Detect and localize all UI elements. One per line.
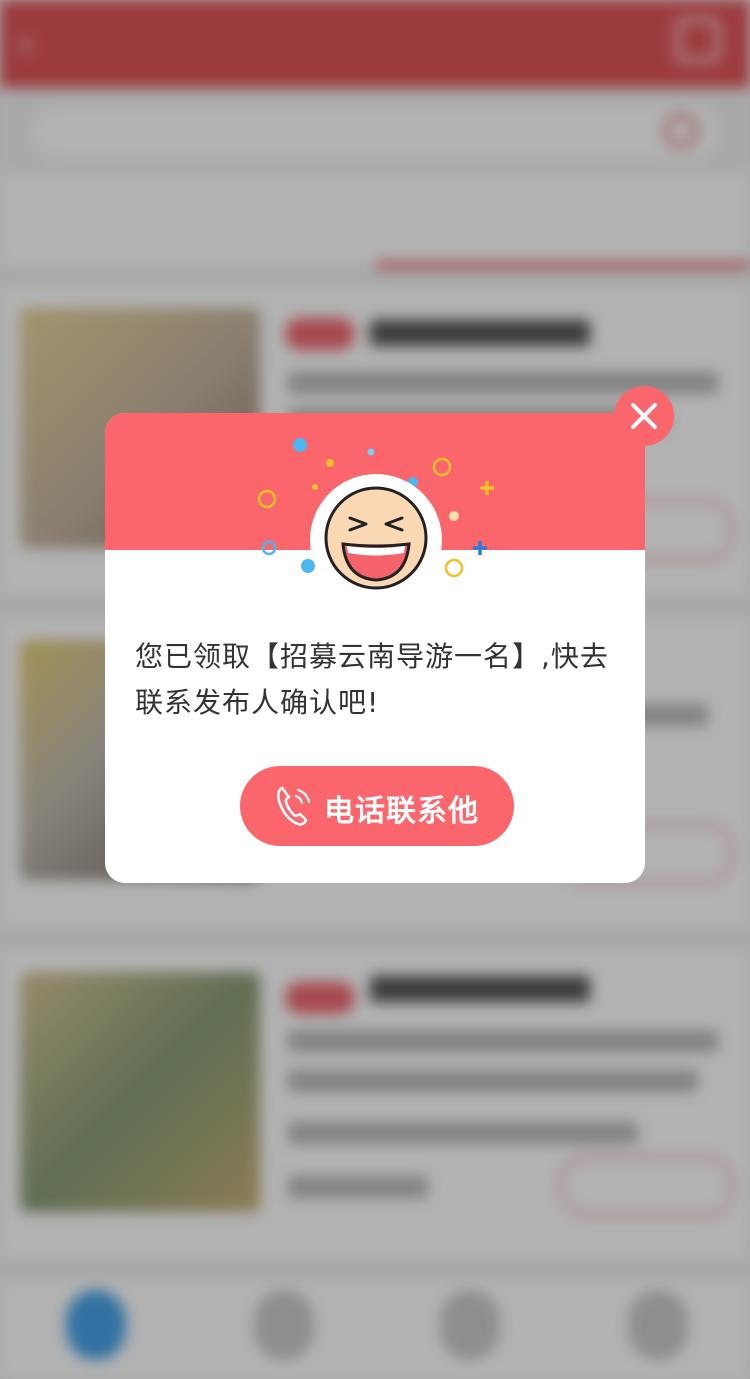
call-button-label: 电话联系他 bbox=[324, 794, 479, 829]
laughing-face-illustration bbox=[257, 438, 494, 600]
phone-icon bbox=[276, 786, 311, 826]
call-publisher-button[interactable]: 电话联系他 bbox=[240, 766, 514, 846]
modal-message: 您已领取【招募云南导游一名】,快去联系发布人确认吧! bbox=[135, 640, 609, 719]
close-icon bbox=[631, 403, 657, 429]
close-button[interactable] bbox=[614, 386, 674, 446]
